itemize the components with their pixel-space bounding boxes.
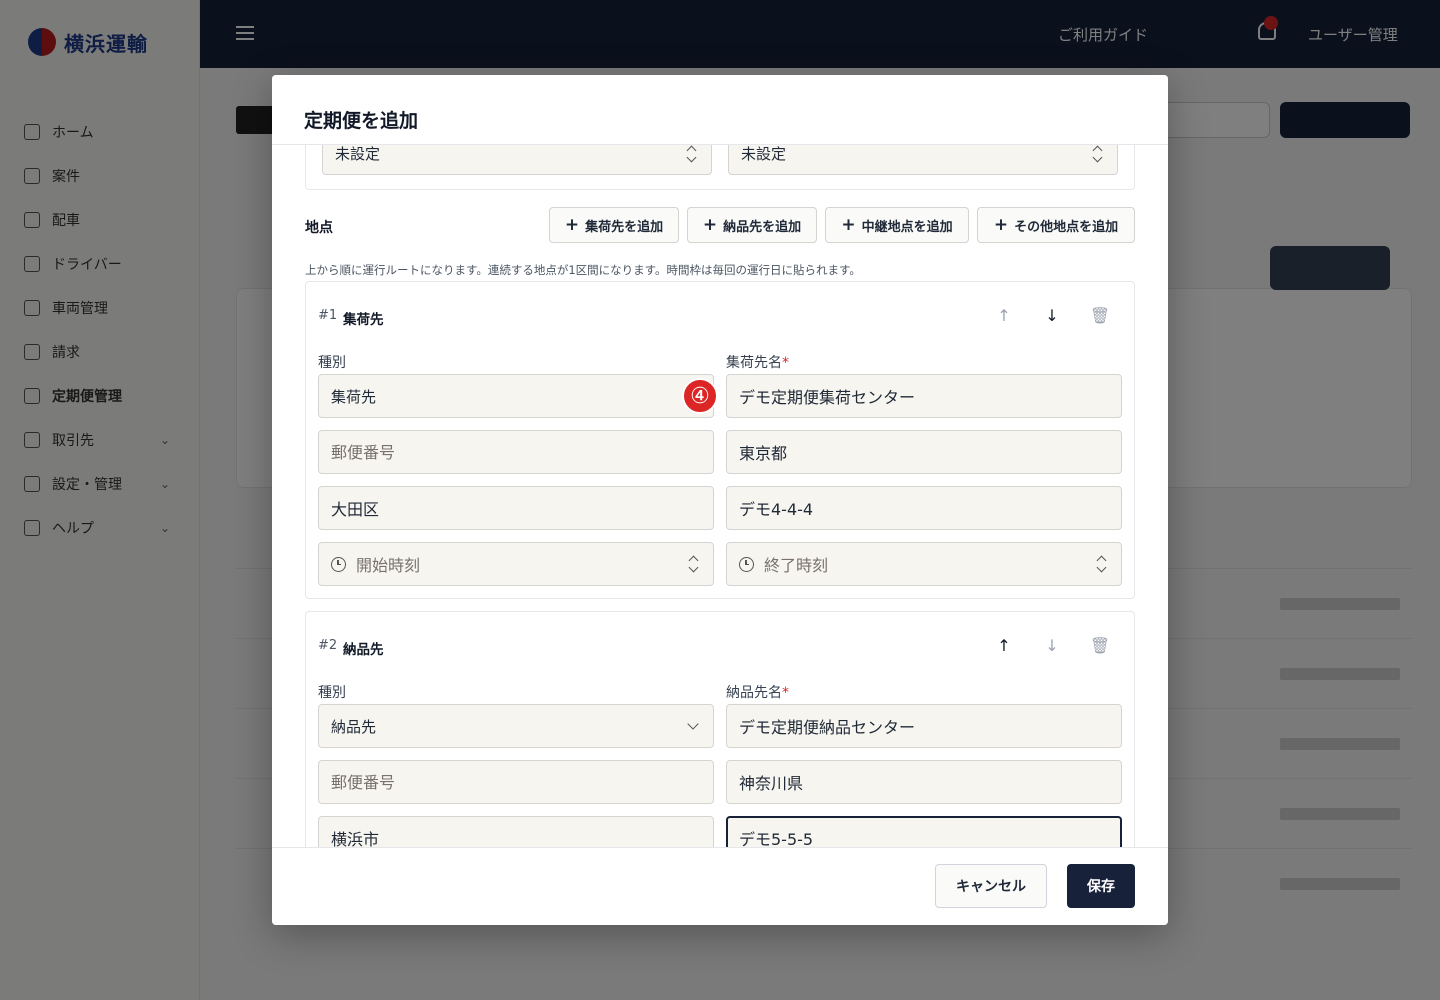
chevron-updown-wrap (673, 542, 713, 586)
name-label: 集荷先名* (726, 352, 789, 372)
postal-code-input[interactable] (318, 760, 714, 804)
stop-type-title: 集荷先 (343, 312, 384, 328)
prefecture-input[interactable] (726, 760, 1122, 804)
name-label-text: 納品先名 (726, 685, 782, 701)
chevron-updown-icon (689, 556, 699, 572)
move-down-icon[interactable]: ↓ (1041, 304, 1063, 326)
route-hint: 上から順に運行ルートになります。連続する地点が1区間になります。時間枠は毎回の運… (305, 263, 861, 277)
step-badge: ④ (682, 378, 718, 414)
address-input[interactable] (726, 816, 1122, 847)
button-label: 納品先を追加 (723, 219, 802, 235)
end-time-select[interactable]: 終了時刻 (726, 542, 1122, 586)
kind-label: 種別 (318, 685, 346, 701)
end-time-placeholder: 終了時刻 (764, 556, 829, 575)
chevron-updown-wrap (1081, 542, 1121, 586)
add-relay-button[interactable]: + 中継地点を追加 (825, 207, 969, 243)
select-value: 未設定 (335, 145, 381, 163)
select-value: 納品先 (331, 717, 377, 736)
pickup-name-input[interactable] (726, 374, 1122, 418)
stop-number: #2 (318, 638, 338, 653)
prefecture-input[interactable] (726, 430, 1122, 474)
plus-icon: + (841, 214, 856, 235)
trash-icon[interactable]: 🗑 (1089, 634, 1111, 656)
add-scheduled-route-dialog: 定期便を追加 未設定 未設定 地点 + 集荷先を追加 + 納品先を追加 + 中継地点を… (272, 75, 1168, 925)
chevron-updown-icon (1093, 146, 1103, 162)
plus-icon: + (993, 214, 1009, 235)
stop-card-2: #2 納品先 ↑ ↓ 🗑 種別 納品先名* 納品先 (305, 611, 1135, 847)
button-label: 中継地点を追加 (861, 219, 953, 235)
add-pickup-button[interactable]: + 集荷先を追加 (549, 207, 679, 243)
trash-icon[interactable]: 🗑 (1089, 304, 1111, 326)
dialog-header: 定期便を追加 (272, 75, 1168, 145)
previous-select-left[interactable]: 未設定 (322, 145, 712, 175)
select-value: 集荷先 (331, 387, 377, 406)
add-other-button[interactable]: + その他地点を追加 (977, 207, 1135, 243)
move-up-icon[interactable]: ↑ (993, 304, 1015, 326)
city-input[interactable] (318, 816, 714, 847)
name-label: 納品先名* (726, 682, 789, 702)
address-input[interactable] (726, 486, 1122, 530)
locations-label: 地点 (305, 220, 333, 236)
required-mark: * (782, 355, 789, 371)
previous-select-right[interactable]: 未設定 (728, 145, 1118, 175)
dialog-title: 定期便を追加 (304, 110, 419, 132)
button-label: その他地点を追加 (1014, 219, 1119, 235)
start-time-select[interactable]: 開始時刻 (318, 542, 714, 586)
city-input[interactable] (318, 486, 714, 530)
required-mark: * (782, 685, 789, 701)
dialog-body[interactable]: 未設定 未設定 地点 + 集荷先を追加 + 納品先を追加 + 中継地点を追加 + その他… (272, 145, 1168, 847)
move-down-icon[interactable]: ↓ (1041, 634, 1063, 656)
cancel-button[interactable]: キャンセル (935, 864, 1047, 908)
postal-code-input[interactable] (318, 430, 714, 474)
chevron-updown-icon (1097, 556, 1107, 572)
dialog-footer: キャンセル 保存 (272, 847, 1168, 925)
add-delivery-button[interactable]: + 納品先を追加 (687, 207, 817, 243)
kind-select[interactable]: 納品先 (318, 704, 714, 748)
stop-type-title: 納品先 (343, 642, 384, 658)
stop-number: #1 (318, 308, 338, 323)
kind-label: 種別 (318, 355, 346, 371)
plus-icon: + (702, 214, 718, 235)
chevron-updown-icon (687, 146, 697, 162)
stop-card-1: #1 集荷先 ↑ ↓ 🗑 種別 集荷先名* 集荷先 開始時刻 終了時刻 (305, 281, 1135, 599)
button-label: 集荷先を追加 (585, 219, 664, 235)
plus-icon: + (564, 214, 580, 235)
clock-icon (739, 556, 754, 572)
select-value: 未設定 (741, 145, 787, 163)
chevron-down-icon (687, 718, 699, 730)
start-time-placeholder: 開始時刻 (356, 556, 421, 575)
move-up-icon[interactable]: ↑ (993, 634, 1015, 656)
save-button[interactable]: 保存 (1067, 864, 1135, 908)
kind-select[interactable]: 集荷先 (318, 374, 714, 418)
clock-icon (331, 556, 346, 572)
delivery-name-input[interactable] (726, 704, 1122, 748)
name-label-text: 集荷先名 (726, 355, 782, 371)
